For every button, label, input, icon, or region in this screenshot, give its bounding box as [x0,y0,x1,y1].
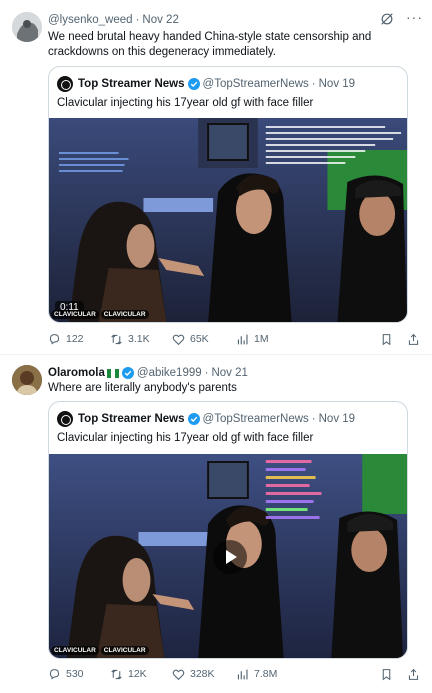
reply-button[interactable]: 122 [48,333,110,346]
views-button[interactable]: 1M [236,333,316,346]
separator-dot: · [311,413,316,425]
video-frame [49,118,407,322]
watermark-label: CLAVICULAR [51,646,99,655]
repost-count: 12K [128,668,147,680]
views-icon [237,669,248,679]
like-button[interactable]: 65K [172,333,236,346]
like-count: 65K [190,333,209,345]
quoted-author-name[interactable]: Top Streamer News [78,78,185,90]
quoted-tweet[interactable]: Top Streamer News @TopStreamerNews · Nov… [48,401,408,659]
verified-badge-icon [187,78,200,90]
timeline-feed: @lysenko_weed · Nov 22 ··· We need bruta… [0,0,432,693]
repost-icon [111,669,122,679]
header-actions: ··· [380,10,422,26]
quoted-author-handle[interactable]: @TopStreamerNews [203,78,309,90]
quoted-date[interactable]: Nov 19 [319,78,355,90]
verified-badge-icon [121,367,134,379]
more-icon[interactable]: ··· [406,10,422,26]
quoted-author-name[interactable]: Top Streamer News [78,413,185,425]
author-handle[interactable]: @abike1999 [137,367,202,379]
like-count: 328K [190,668,215,680]
quoted-author-handle[interactable]: @TopStreamerNews [203,413,309,425]
share-icon[interactable] [407,333,420,346]
quoted-avatar[interactable] [57,411,73,427]
repost-count: 3.1K [128,333,150,345]
repost-icon [111,334,122,344]
nigeria-flag-icon [106,368,119,378]
tweet[interactable]: Olaromola @abike1999 · Nov 21 Where are … [0,355,432,693]
quoted-tweet-header: Top Streamer News @TopStreamerNews · Nov… [57,75,355,93]
repost-button[interactable]: 3.1K [110,333,172,346]
watermark-label: CLAVICULAR [100,310,149,319]
reply-icon [49,333,60,345]
share-icon[interactable] [407,668,420,681]
quoted-text: Clavicular injecting his 17year old gf w… [57,432,314,444]
view-count: 7.8M [254,668,278,680]
quoted-tweet[interactable]: Top Streamer News @TopStreamerNews · Nov… [48,66,408,323]
tweet-date[interactable]: Nov 21 [211,367,247,379]
bookmark-icon[interactable] [380,333,393,346]
repost-button[interactable]: 12K [110,668,172,681]
reply-count: 530 [66,668,84,680]
avatar[interactable] [12,365,42,395]
heart-icon [172,669,185,680]
stream-watermark: CLAVICULAR CLAVICULAR [51,645,149,656]
watermark-label: CLAVICULAR [100,646,149,655]
watermark-label: CLAVICULAR [51,310,99,319]
tweet-secondary-actions [380,668,420,681]
verified-badge-icon [187,413,200,425]
bookmark-icon[interactable] [380,668,393,681]
views-icon [237,334,248,344]
author-handle[interactable]: @lysenko_weed [48,14,133,26]
quoted-date[interactable]: Nov 19 [319,413,355,425]
tweet-header: @lysenko_weed · Nov 22 ··· [48,10,422,28]
separator-dot: · [135,14,140,26]
video-player[interactable]: 0:11 CLAVICULAR CLAVICULAR [49,118,407,322]
tweet-date[interactable]: Nov 22 [142,14,178,26]
tweet[interactable]: @lysenko_weed · Nov 22 ··· We need bruta… [0,0,432,355]
video-player[interactable]: CLAVICULAR CLAVICULAR [49,454,407,658]
tweet-secondary-actions [380,333,420,346]
separator-dot: · [204,367,209,379]
tweet-text: We need brutal heavy handed China-style … [48,31,372,58]
reply-button[interactable]: 530 [48,668,110,681]
avatar[interactable] [12,12,42,42]
play-icon[interactable] [213,540,247,574]
tweet-text: Where are literally anybody's parents [48,382,237,394]
quoted-text: Clavicular injecting his 17year old gf w… [57,97,314,109]
tweet-header: Olaromola @abike1999 · Nov 21 [48,365,420,381]
tweet-actions: 122 3.1K 65K 1M [48,330,420,348]
stream-watermark: CLAVICULAR CLAVICULAR [51,309,149,320]
quoted-avatar[interactable] [57,76,73,92]
author-name[interactable]: Olaromola [48,367,105,379]
tweet-actions: 530 12K 328K 7.8M [48,665,420,683]
reply-count: 122 [66,333,84,345]
reply-icon [49,668,60,680]
view-count: 1M [254,333,269,345]
quoted-tweet-header: Top Streamer News @TopStreamerNews · Nov… [57,410,355,428]
like-button[interactable]: 328K [172,668,236,681]
views-button[interactable]: 7.8M [236,668,316,681]
heart-icon [172,334,185,345]
grok-icon[interactable] [380,12,394,26]
separator-dot: · [311,78,316,90]
